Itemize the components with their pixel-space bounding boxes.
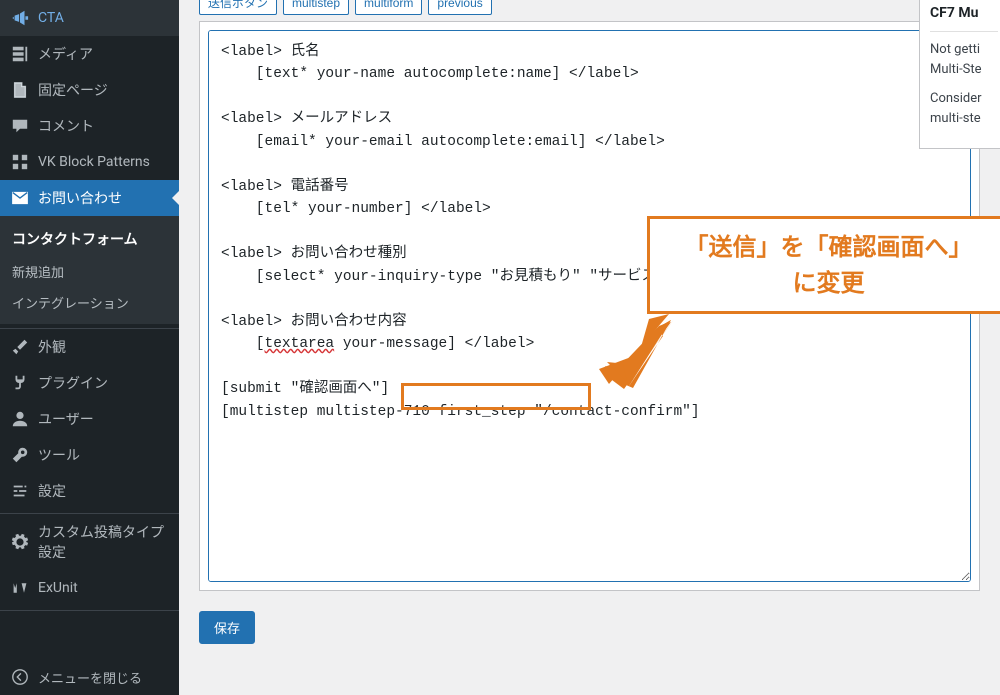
sidebar-item-label: プラグイン [38,373,108,393]
sidebar-item-label: メディア [38,44,93,64]
form-panel: <label> 氏名 [text* your-name autocomplete… [199,21,980,591]
sidebar-item-label: お問い合わせ [38,188,122,208]
tag-row: 送信ボタン multistep multiform previous [199,0,980,15]
sidebar-item-pages[interactable]: 固定ページ [0,72,179,108]
sidebar-item-plugins[interactable]: プラグイン [0,365,179,401]
sidebar-item-settings[interactable]: 設定 [0,473,179,509]
contact-submenu: コンタクトフォーム 新規追加 インテグレーション [0,216,179,324]
sidebar-item-label: カスタム投稿タイプ設定 [38,522,169,562]
submenu-item-new[interactable]: 新規追加 [0,256,179,287]
sliders-icon [10,481,30,501]
megaphone-icon [10,8,30,28]
collapse-menu[interactable]: メニューを閉じる [0,659,179,695]
user-icon [10,409,30,429]
tag-multistep[interactable]: multistep [283,0,349,15]
wrench-icon [10,445,30,465]
sidebar-item-label: 設定 [38,481,66,501]
media-icon [10,44,30,64]
gear-icon [10,532,30,552]
tag-submit[interactable]: 送信ボタン [199,0,277,15]
sidebar-item-comments[interactable]: コメント [0,108,179,144]
brush-icon [10,337,30,357]
side-panel-title: CF7 Mu [930,5,998,21]
submenu-item-integration[interactable]: インテグレーション [0,287,179,318]
grid-icon [10,152,30,172]
tag-previous[interactable]: previous [428,0,491,15]
exunit-icon [10,578,30,598]
comment-icon [10,116,30,136]
collapse-label: メニューを閉じる [38,668,142,687]
submenu-header[interactable]: コンタクトフォーム [0,222,179,256]
save-button[interactable]: 保存 [199,611,255,644]
plug-icon [10,373,30,393]
sidebar-item-label: ユーザー [38,409,94,429]
sidebar-item-media[interactable]: メディア [0,36,179,72]
sidebar-item-label: ExUnit [38,580,78,596]
sidebar-item-exunit[interactable]: ExUnit [0,570,179,606]
menu-separator [0,606,179,611]
sidebar-item-label: ツール [38,445,80,465]
form-code-textarea[interactable]: <label> 氏名 [text* your-name autocomplete… [208,30,971,582]
sidebar-item-label: CTA [38,10,64,26]
sidebar-item-label: 外観 [38,337,66,357]
sidebar-item-appearance[interactable]: 外観 [0,329,179,365]
collapse-icon [10,667,30,687]
sidebar-item-users[interactable]: ユーザー [0,401,179,437]
sidebar-item-contact[interactable]: お問い合わせ [0,180,179,216]
sidebar-item-cpt[interactable]: カスタム投稿タイプ設定 [0,514,179,570]
admin-sidebar: CTA メディア 固定ページ コメント VK Block Patterns お問… [0,0,179,695]
sidebar-item-block-patterns[interactable]: VK Block Patterns [0,144,179,180]
tag-multiform[interactable]: multiform [355,0,422,15]
sidebar-item-cta[interactable]: CTA [0,0,179,36]
sidebar-item-label: VK Block Patterns [38,154,150,170]
sidebar-item-label: コメント [38,116,94,136]
main-content: 送信ボタン multistep multiform previous <labe… [179,0,1000,695]
side-info-panel: CF7 Mu Not gettiMulti-Ste Considermulti-… [919,0,1000,149]
sidebar-item-tools[interactable]: ツール [0,437,179,473]
sidebar-item-label: 固定ページ [38,80,108,100]
mail-icon [10,188,30,208]
page-icon [10,80,30,100]
